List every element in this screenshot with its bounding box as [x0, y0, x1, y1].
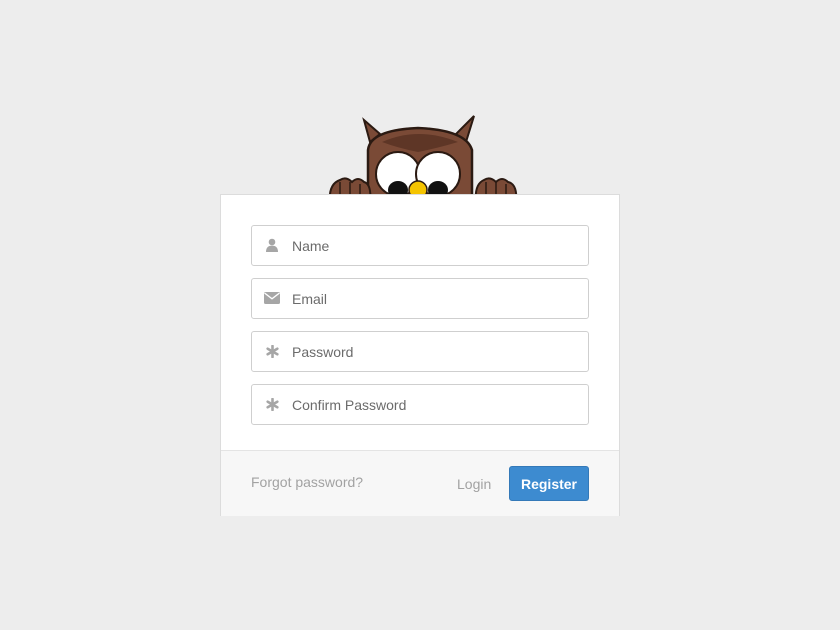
envelope-icon: [264, 290, 280, 306]
email-field[interactable]: [251, 278, 589, 319]
asterisk-icon: [264, 343, 280, 359]
user-icon: [264, 237, 280, 253]
password-input[interactable]: [292, 332, 582, 371]
asterisk-icon: [264, 396, 280, 412]
email-input[interactable]: [292, 279, 582, 318]
register-panel: Forgot password? Login Register: [220, 194, 620, 516]
register-form: [221, 195, 619, 449]
name-field[interactable]: [251, 225, 589, 266]
confirm-password-input[interactable]: [292, 385, 582, 424]
password-field[interactable]: [251, 331, 589, 372]
form-footer: Forgot password? Login Register: [221, 450, 619, 516]
register-button[interactable]: Register: [509, 466, 589, 501]
forgot-password-link[interactable]: Forgot password?: [251, 474, 363, 490]
owl-mascot: [326, 112, 520, 204]
confirm-password-field[interactable]: [251, 384, 589, 425]
login-link[interactable]: Login: [457, 476, 491, 492]
name-input[interactable]: [292, 226, 582, 265]
owl-icon: [328, 115, 518, 204]
